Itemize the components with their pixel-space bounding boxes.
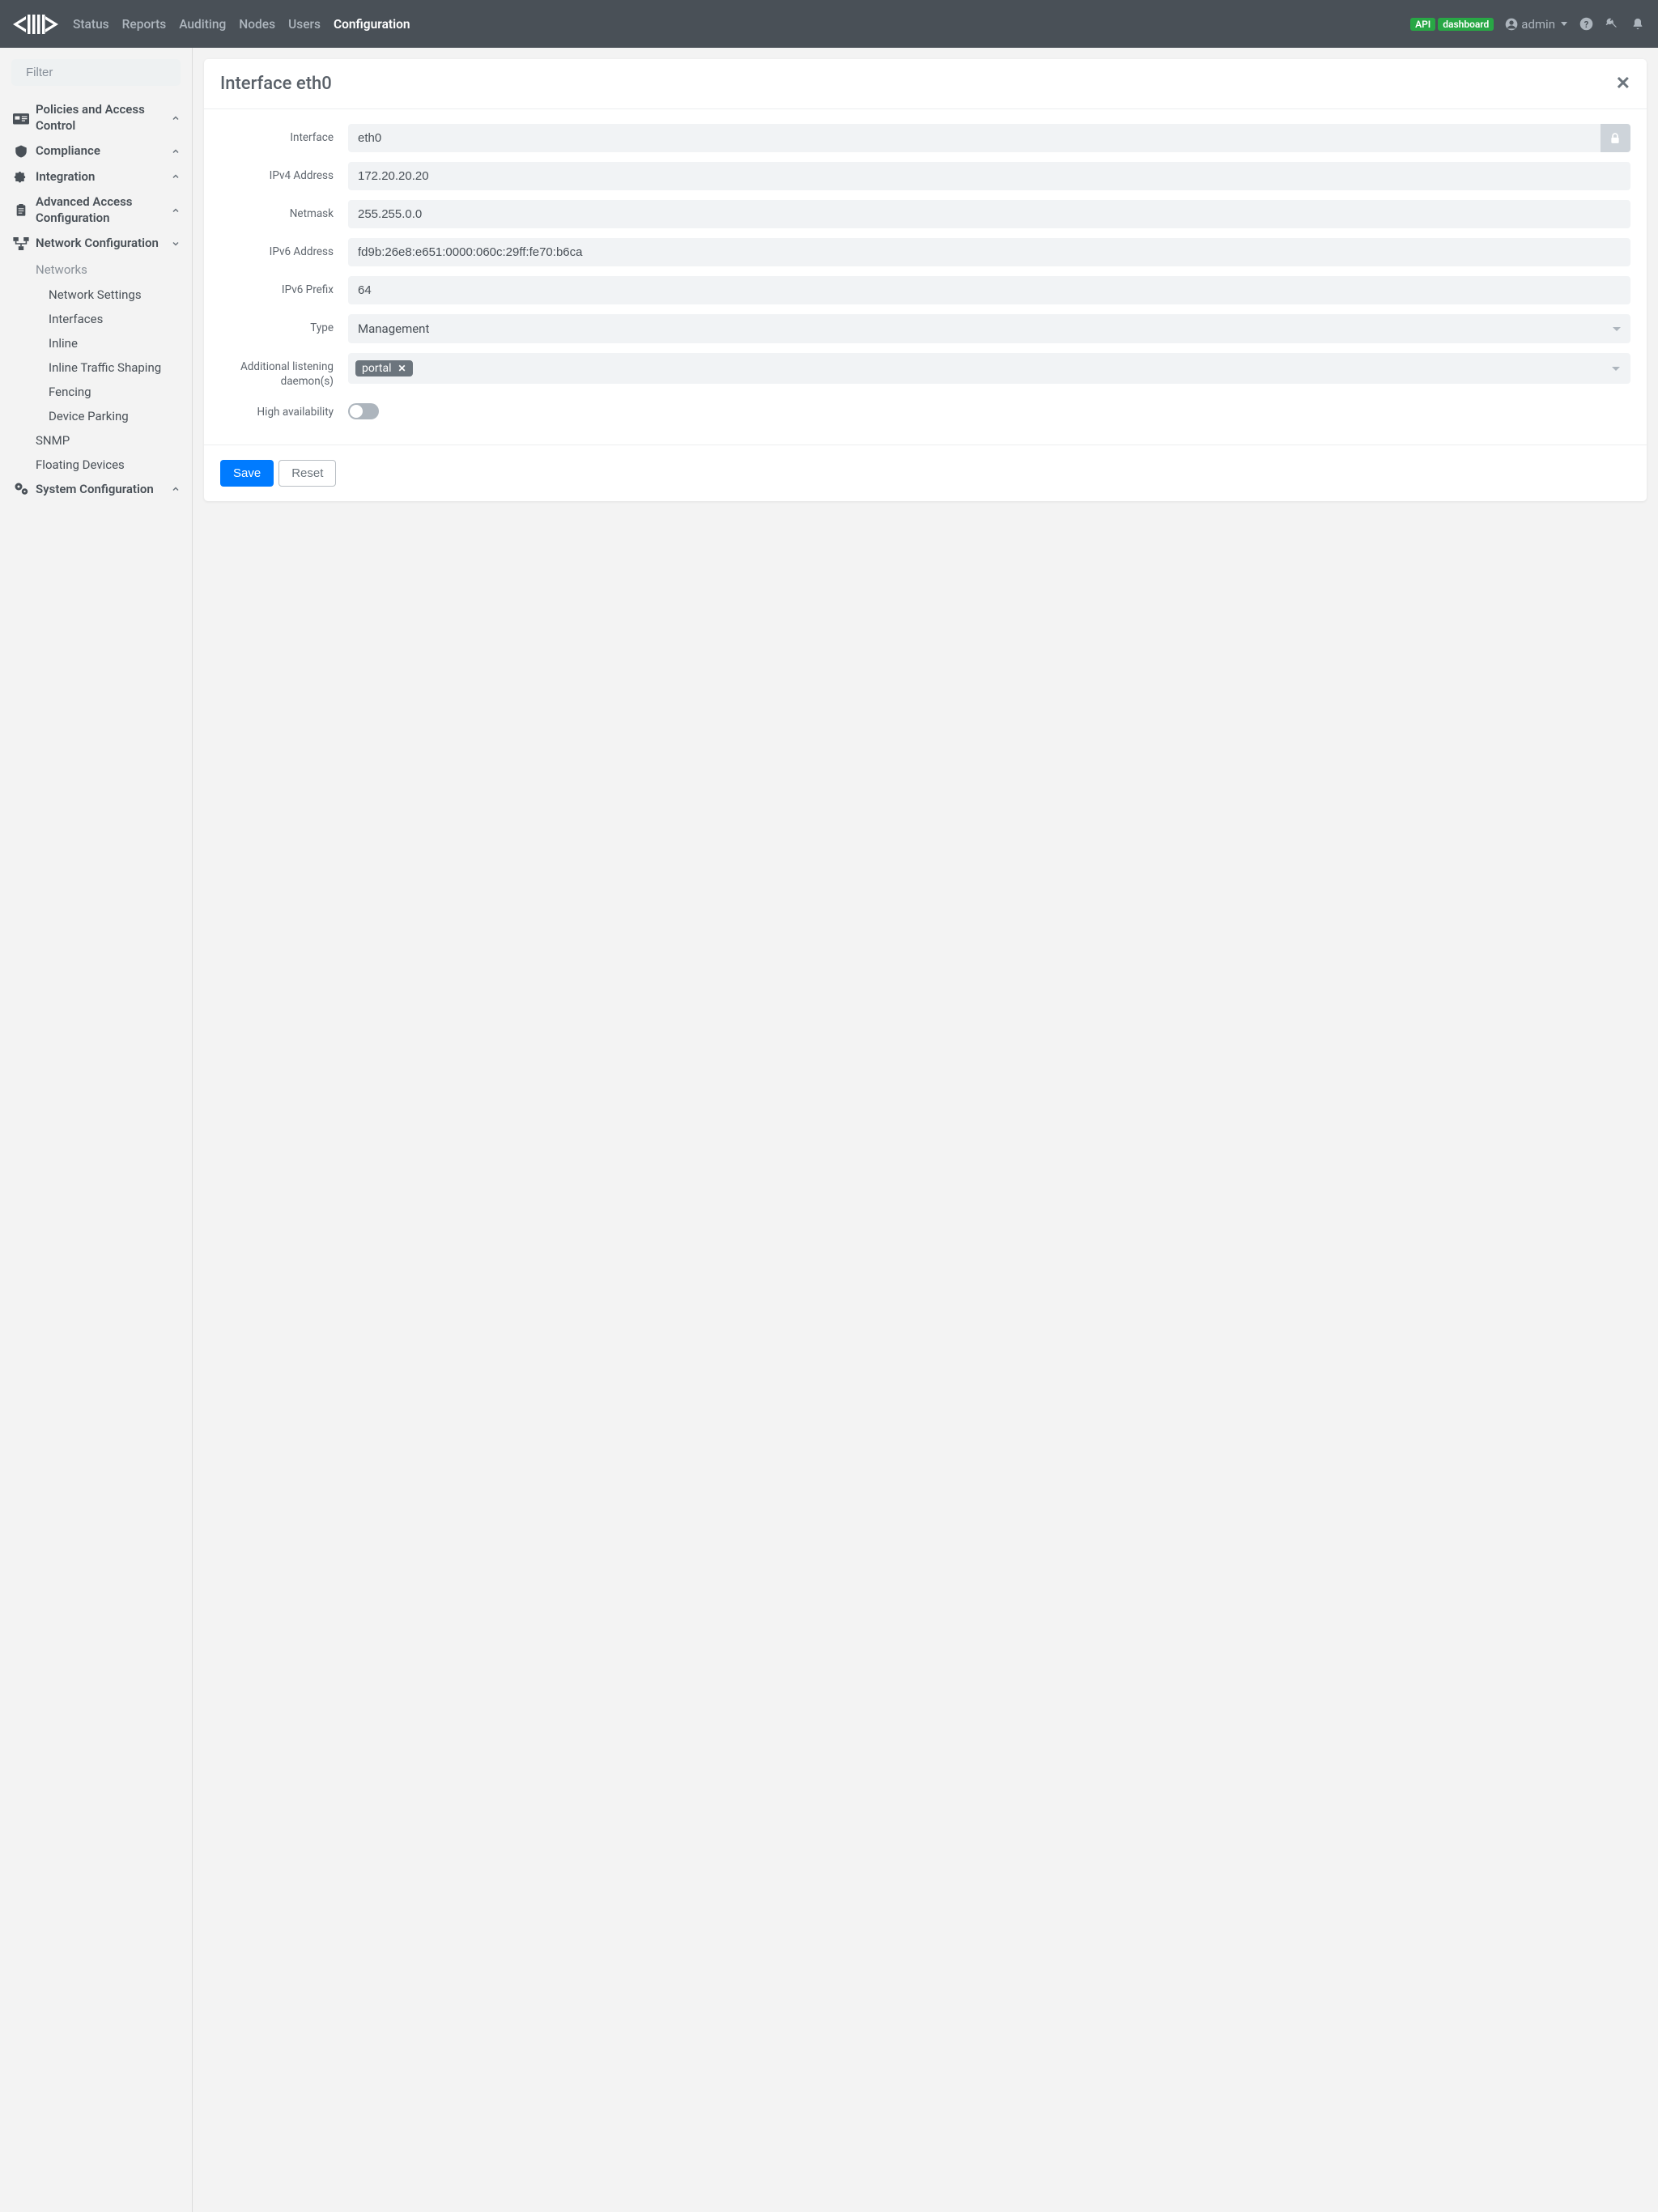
id-card-icon <box>11 112 31 125</box>
sidebar: Policies and Access Control Compliance I… <box>0 48 193 2212</box>
label-interface: Interface <box>220 124 348 146</box>
nav-status[interactable]: Status <box>73 17 109 32</box>
caret-down-icon <box>1561 22 1567 26</box>
help-icon[interactable]: ? <box>1579 17 1593 32</box>
interface-card: Interface eth0 ✕ Interface IPv4 Address … <box>204 59 1647 501</box>
user-name: admin <box>1521 17 1555 32</box>
nav-users[interactable]: Users <box>288 17 321 32</box>
sidebar-network-sub: Networks Network Settings Interfaces Inl… <box>11 257 181 477</box>
bell-icon[interactable] <box>1630 17 1645 32</box>
sidebar-advanced[interactable]: Advanced Access Configuration <box>11 189 181 231</box>
sidebar-integration[interactable]: Integration <box>11 164 181 190</box>
tag-remove-icon[interactable]: ✕ <box>398 363 406 374</box>
reset-button[interactable]: Reset <box>278 460 336 487</box>
clipboard-icon <box>11 203 31 218</box>
api-badge[interactable]: API <box>1410 18 1435 31</box>
label-ipv4: IPv4 Address <box>220 162 348 184</box>
sub-heading-networks: Networks <box>36 257 181 283</box>
sidebar-label: Integration <box>36 169 171 185</box>
input-netmask[interactable] <box>348 200 1630 228</box>
sub-inline[interactable]: Inline <box>36 331 181 355</box>
label-type: Type <box>220 314 348 336</box>
label-netmask: Netmask <box>220 200 348 222</box>
nav-reports[interactable]: Reports <box>122 17 167 32</box>
input-ipv6prefix[interactable] <box>348 276 1630 304</box>
svg-text:?: ? <box>1584 19 1588 30</box>
daemons-tagbox[interactable]: portal ✕ <box>348 353 1630 384</box>
user-icon <box>1505 18 1518 31</box>
lock-icon[interactable] <box>1601 124 1630 152</box>
filter-box[interactable] <box>11 59 181 86</box>
input-interface <box>348 124 1601 152</box>
label-ipv6prefix: IPv6 Prefix <box>220 276 348 298</box>
card-footer: Save Reset <box>204 445 1647 501</box>
topbar: Status Reports Auditing Nodes Users Conf… <box>0 0 1658 48</box>
daemon-tag-label: portal <box>362 362 392 375</box>
input-ipv4[interactable] <box>348 162 1630 190</box>
puzzle-icon <box>11 169 31 184</box>
nav-configuration[interactable]: Configuration <box>334 17 410 32</box>
sub-network-settings[interactable]: Network Settings <box>36 283 181 307</box>
ha-toggle[interactable] <box>348 403 379 419</box>
save-button[interactable]: Save <box>220 460 274 487</box>
sidebar-policies[interactable]: Policies and Access Control <box>11 97 181 138</box>
filter-input[interactable] <box>26 66 187 79</box>
topbar-right: API dashboard admin ? <box>1410 17 1645 32</box>
sidebar-system[interactable]: System Configuration <box>11 477 181 503</box>
sub-fencing[interactable]: Fencing <box>36 380 181 404</box>
close-icon[interactable]: ✕ <box>1616 74 1630 94</box>
app-logo <box>13 11 58 37</box>
label-ha: High availability <box>220 398 348 420</box>
sidebar-compliance[interactable]: Compliance <box>11 138 181 164</box>
sub-inline-traffic[interactable]: Inline Traffic Shaping <box>36 355 181 380</box>
top-nav: Status Reports Auditing Nodes Users Conf… <box>73 17 1410 32</box>
nav-nodes[interactable]: Nodes <box>239 17 275 32</box>
label-ipv6: IPv6 Address <box>220 238 348 260</box>
nav-auditing[interactable]: Auditing <box>179 17 226 32</box>
chevron-down-icon <box>171 239 181 249</box>
sidebar-label: Network Configuration <box>36 236 171 252</box>
sub-floating[interactable]: Floating Devices <box>36 453 181 477</box>
chevron-up-icon <box>171 147 181 156</box>
dashboard-badge[interactable]: dashboard <box>1438 18 1494 31</box>
tools-icon[interactable] <box>1605 17 1619 32</box>
card-body: Interface IPv4 Address Netmask IPv6 Addr… <box>204 109 1647 445</box>
chevron-up-icon <box>171 113 181 123</box>
select-type-value: Management <box>348 314 1630 343</box>
chevron-up-icon <box>171 172 181 181</box>
sidebar-network[interactable]: Network Configuration <box>11 231 181 257</box>
cogs-icon <box>11 482 31 496</box>
sidebar-label: System Configuration <box>36 482 171 498</box>
sidebar-label: Policies and Access Control <box>36 102 171 134</box>
sub-interfaces[interactable]: Interfaces <box>36 307 181 331</box>
network-icon <box>11 237 31 250</box>
chevron-up-icon <box>171 206 181 215</box>
select-type[interactable]: Management <box>348 314 1630 343</box>
label-daemons: Additional listening daemon(s) <box>220 353 348 389</box>
card-header: Interface eth0 ✕ <box>204 59 1647 109</box>
shield-icon <box>11 144 31 159</box>
main: Interface eth0 ✕ Interface IPv4 Address … <box>193 48 1658 2212</box>
daemon-tag: portal ✕ <box>355 360 413 376</box>
chevron-up-icon <box>171 484 181 494</box>
input-ipv6[interactable] <box>348 238 1630 266</box>
sidebar-label: Compliance <box>36 143 171 160</box>
sidebar-label: Advanced Access Configuration <box>36 194 171 226</box>
sub-device-parking[interactable]: Device Parking <box>36 404 181 428</box>
user-menu[interactable]: admin <box>1505 17 1567 32</box>
card-title: Interface eth0 <box>220 74 1616 94</box>
sub-snmp[interactable]: SNMP <box>36 428 181 453</box>
